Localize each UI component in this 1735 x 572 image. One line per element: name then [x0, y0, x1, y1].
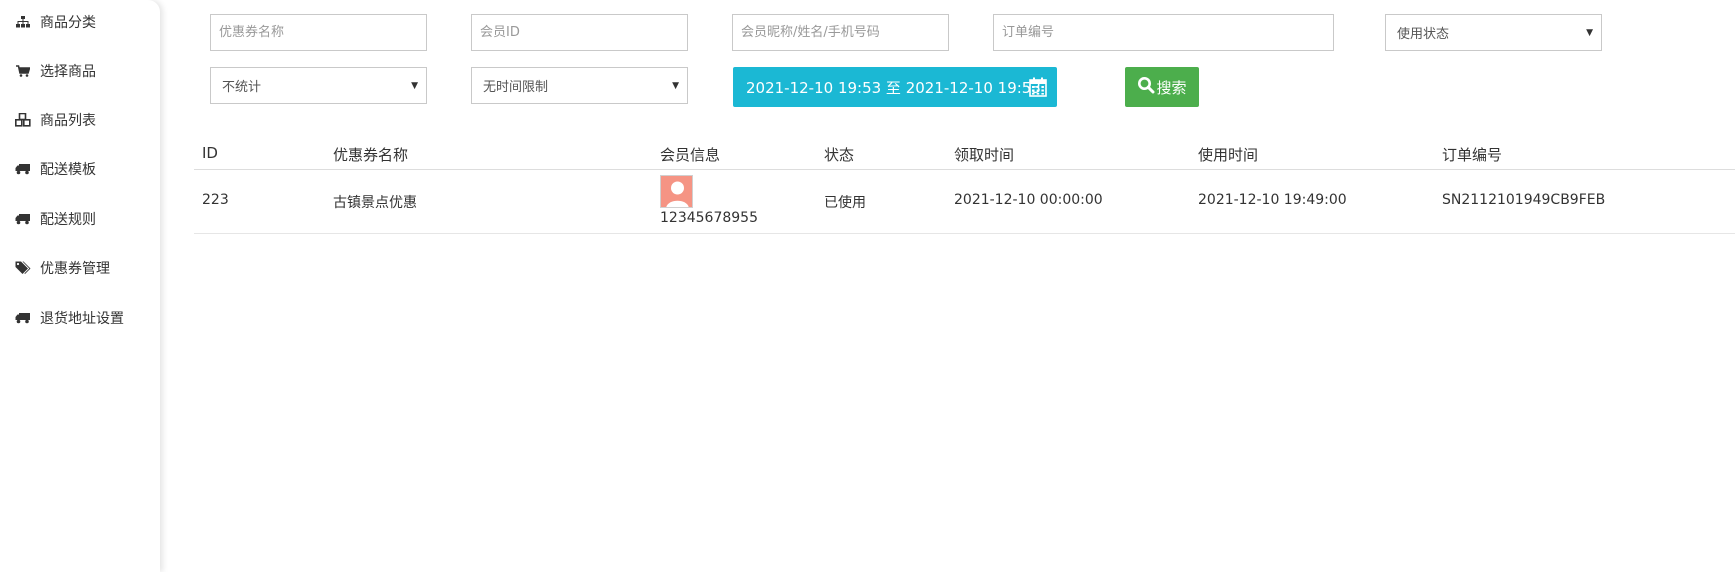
- sidebar-item-label: 商品列表: [40, 113, 96, 129]
- caret-down-icon: ▼: [672, 81, 679, 91]
- truck-icon: [14, 311, 32, 325]
- sidebar-item-select-goods[interactable]: 选择商品: [14, 59, 96, 83]
- stat-select[interactable]: 不统计 ▼: [210, 67, 427, 104]
- order-no-input[interactable]: [993, 14, 1334, 51]
- cart-icon: [14, 64, 32, 78]
- caret-down-icon: ▼: [1586, 28, 1593, 38]
- sidebar-item-label: 退货地址设置: [40, 311, 124, 327]
- truck-icon: [14, 162, 32, 176]
- stat-selected: 不统计: [222, 80, 262, 95]
- sidebar-item-category[interactable]: 商品分类: [14, 10, 96, 34]
- sidebar-item-label: 优惠券管理: [40, 261, 110, 277]
- column-header: 使用时间: [1198, 146, 1259, 164]
- date-range-text: 2021-12-10 19:53 至 2021-12-10 19:53: [746, 78, 1041, 97]
- date-range-picker[interactable]: 2021-12-10 19:53 至 2021-12-10 19:53: [733, 67, 1057, 107]
- sidebar: 商品分类 选择商品 商品列表 配送模板 配送规则 优惠券管理 退货地址设置: [0, 0, 160, 572]
- cell-receive-time: 2021-12-10 00:00:00: [954, 192, 1103, 208]
- coupon-name-input[interactable]: [210, 14, 427, 51]
- sidebar-item-return-address[interactable]: 退货地址设置: [14, 306, 124, 330]
- cell-id: 223: [202, 192, 229, 208]
- column-header: 订单编号: [1442, 146, 1503, 164]
- coupon-table: ID 优惠券名称 会员信息 状态 领取时间 使用时间 订单编号 223 古镇景点…: [194, 140, 1735, 234]
- sidebar-item-label: 商品分类: [40, 15, 96, 31]
- sidebar-item-label: 选择商品: [40, 64, 96, 80]
- cell-order-no: SN2112101949CB9FEB: [1442, 192, 1606, 208]
- sidebar-item-coupon-manage[interactable]: 优惠券管理: [14, 256, 110, 280]
- search-icon: [1137, 76, 1156, 98]
- avatar: [660, 175, 693, 208]
- tags-icon: [14, 261, 32, 275]
- cell-use-time: 2021-12-10 19:49:00: [1198, 192, 1347, 208]
- cubes-icon: [14, 113, 32, 127]
- time-limit-selected: 无时间限制: [483, 80, 549, 95]
- member-id-input[interactable]: [471, 14, 688, 51]
- sidebar-item-delivery-rules[interactable]: 配送规则: [14, 207, 96, 231]
- cell-coupon-name: 古镇景点优惠: [333, 195, 417, 211]
- cell-status: 已使用: [824, 195, 866, 211]
- use-status-select[interactable]: 使用状态 ▼: [1385, 14, 1602, 51]
- sitemap-icon: [14, 15, 32, 29]
- caret-down-icon: ▼: [411, 81, 418, 91]
- time-limit-select[interactable]: 无时间限制 ▼: [471, 67, 688, 104]
- use-status-selected: 使用状态: [1397, 27, 1450, 42]
- search-button-label: 搜索: [1156, 78, 1187, 97]
- column-header: 状态: [824, 146, 855, 164]
- column-header: 会员信息: [660, 146, 721, 164]
- sidebar-item-label: 配送模板: [40, 162, 96, 178]
- calendar-icon: [1029, 77, 1047, 101]
- truck-icon: [14, 212, 32, 226]
- table-row: 223 古镇景点优惠 12345678955 已使用 2021-12-10 00…: [194, 170, 1735, 234]
- sidebar-item-goods-list[interactable]: 商品列表: [14, 108, 96, 132]
- column-header: 优惠券名称: [333, 146, 409, 164]
- table-header: ID 优惠券名称 会员信息 状态 领取时间 使用时间 订单编号: [194, 140, 1735, 170]
- column-header: ID: [202, 144, 218, 162]
- sidebar-item-label: 配送规则: [40, 212, 96, 228]
- sidebar-item-delivery-template[interactable]: 配送模板: [14, 157, 96, 181]
- cell-member: 12345678955: [660, 210, 758, 226]
- column-header: 领取时间: [954, 146, 1015, 164]
- search-button[interactable]: 搜索: [1125, 67, 1199, 107]
- member-info-input[interactable]: [732, 14, 949, 51]
